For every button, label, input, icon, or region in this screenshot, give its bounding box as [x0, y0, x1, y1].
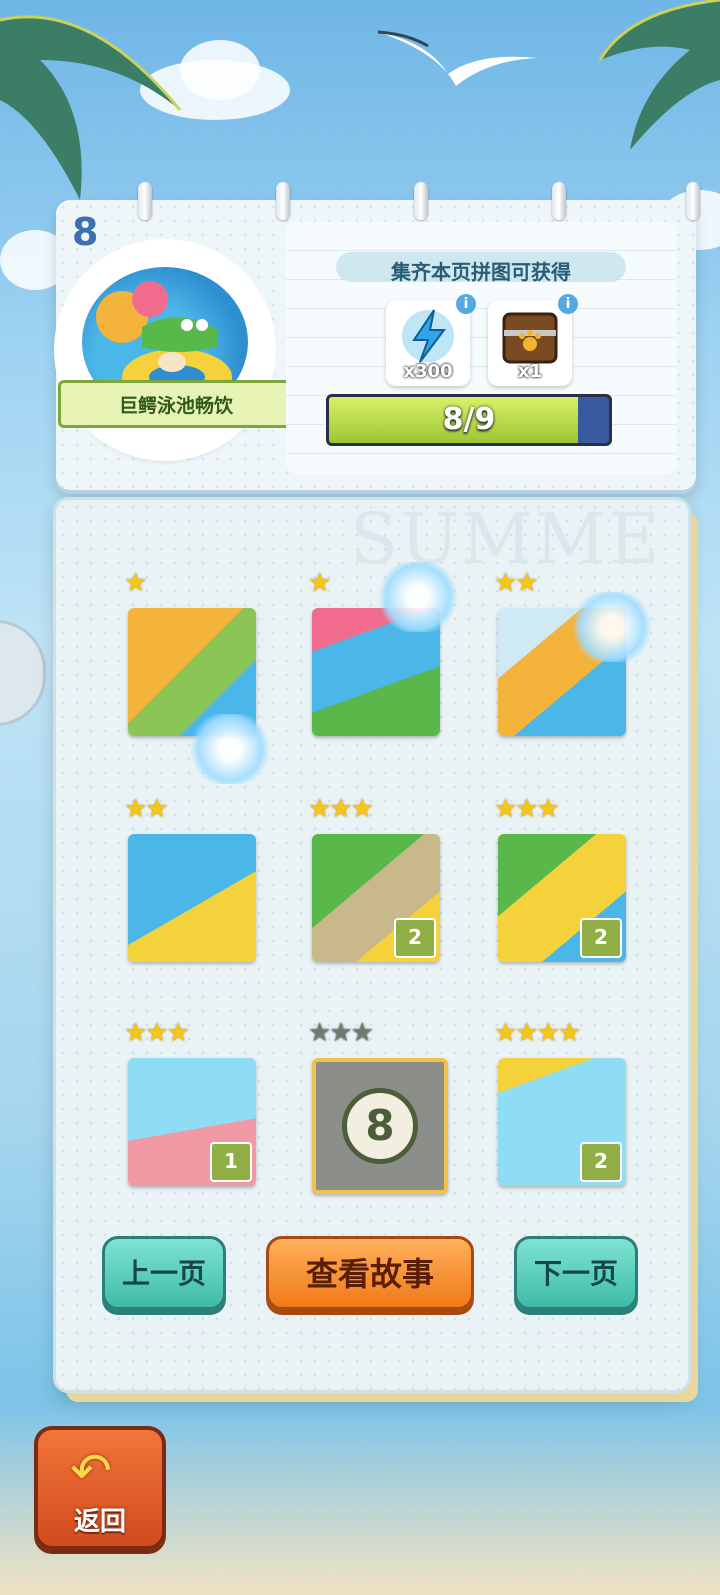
back-label: 返回 — [73, 1507, 126, 1537]
info-icon[interactable]: i — [456, 294, 476, 314]
piece-count-badge: 2 — [580, 1142, 622, 1182]
paw-chest-icon — [502, 312, 558, 364]
locked-piece-number: 8 — [342, 1088, 418, 1164]
paw-cloud-icon — [190, 714, 270, 784]
star-rating: ★ — [308, 568, 331, 598]
progress-text: 8/9 — [442, 402, 496, 437]
binder-ring — [686, 182, 700, 220]
star-rating: ★★ — [124, 794, 169, 824]
puzzle-piece[interactable]: 2 — [498, 1058, 626, 1186]
binder-ring — [276, 182, 290, 220]
puzzle-piece[interactable]: 2 — [312, 834, 440, 962]
reward-item-energy[interactable]: x300 i — [386, 294, 476, 386]
badge-title: 巨鳄泳池畅饮 — [58, 380, 294, 428]
side-tab[interactable] — [0, 620, 46, 726]
next-page-button[interactable]: 下一页 — [514, 1236, 638, 1310]
paw-cloud-icon — [378, 562, 458, 632]
reward-item-chest[interactable]: x1 i — [488, 294, 578, 386]
star-rating: ★★★ — [124, 1018, 190, 1048]
piece-count-badge: 1 — [210, 1142, 252, 1182]
star-rating: ★★★ — [308, 1018, 374, 1048]
piece-count-badge: 2 — [394, 918, 436, 958]
info-icon[interactable]: i — [558, 294, 578, 314]
puzzle-piece-locked[interactable]: 8 — [312, 1058, 448, 1194]
puzzle-piece[interactable]: 1 — [128, 1058, 256, 1186]
palm-leaf-left-icon — [0, 15, 182, 200]
reward-panel: 集齐本页拼图可获得 x300 i x1 i 8/9 — [286, 222, 676, 474]
palm-leaf-right-icon — [598, 0, 720, 150]
star-rating: ★★★ — [494, 794, 560, 824]
lightning-energy-icon — [402, 309, 454, 363]
binder-ring — [138, 182, 152, 220]
reward-title: 集齐本页拼图可获得 — [391, 260, 571, 284]
cloud — [180, 40, 260, 100]
binder-ring — [414, 182, 428, 220]
back-arrow-icon: ↶ — [70, 1442, 112, 1500]
collection-progress-bar: 8/9 — [326, 394, 612, 446]
paw-cloud-icon — [572, 592, 652, 662]
piece-count-badge: 2 — [580, 918, 622, 958]
star-rating: ★★ — [494, 568, 539, 598]
prev-page-button[interactable]: 上一页 — [102, 1236, 226, 1310]
back-button[interactable]: ↶ 返回 — [34, 1426, 166, 1550]
star-rating: ★★★ — [308, 794, 374, 824]
seagull-icon — [378, 30, 538, 86]
binder-ring — [552, 182, 566, 220]
album-badge[interactable]: 巨鳄泳池畅饮 — [58, 245, 294, 455]
puzzle-piece[interactable]: 2 — [498, 834, 626, 962]
reward-qty: x300 — [403, 361, 453, 382]
reward-qty: x1 — [517, 361, 543, 382]
view-story-button[interactable]: 查看故事 — [266, 1236, 474, 1310]
star-rating: ★ — [124, 568, 147, 598]
star-rating: ★★★★ — [494, 1018, 581, 1048]
puzzle-piece[interactable] — [128, 834, 256, 962]
